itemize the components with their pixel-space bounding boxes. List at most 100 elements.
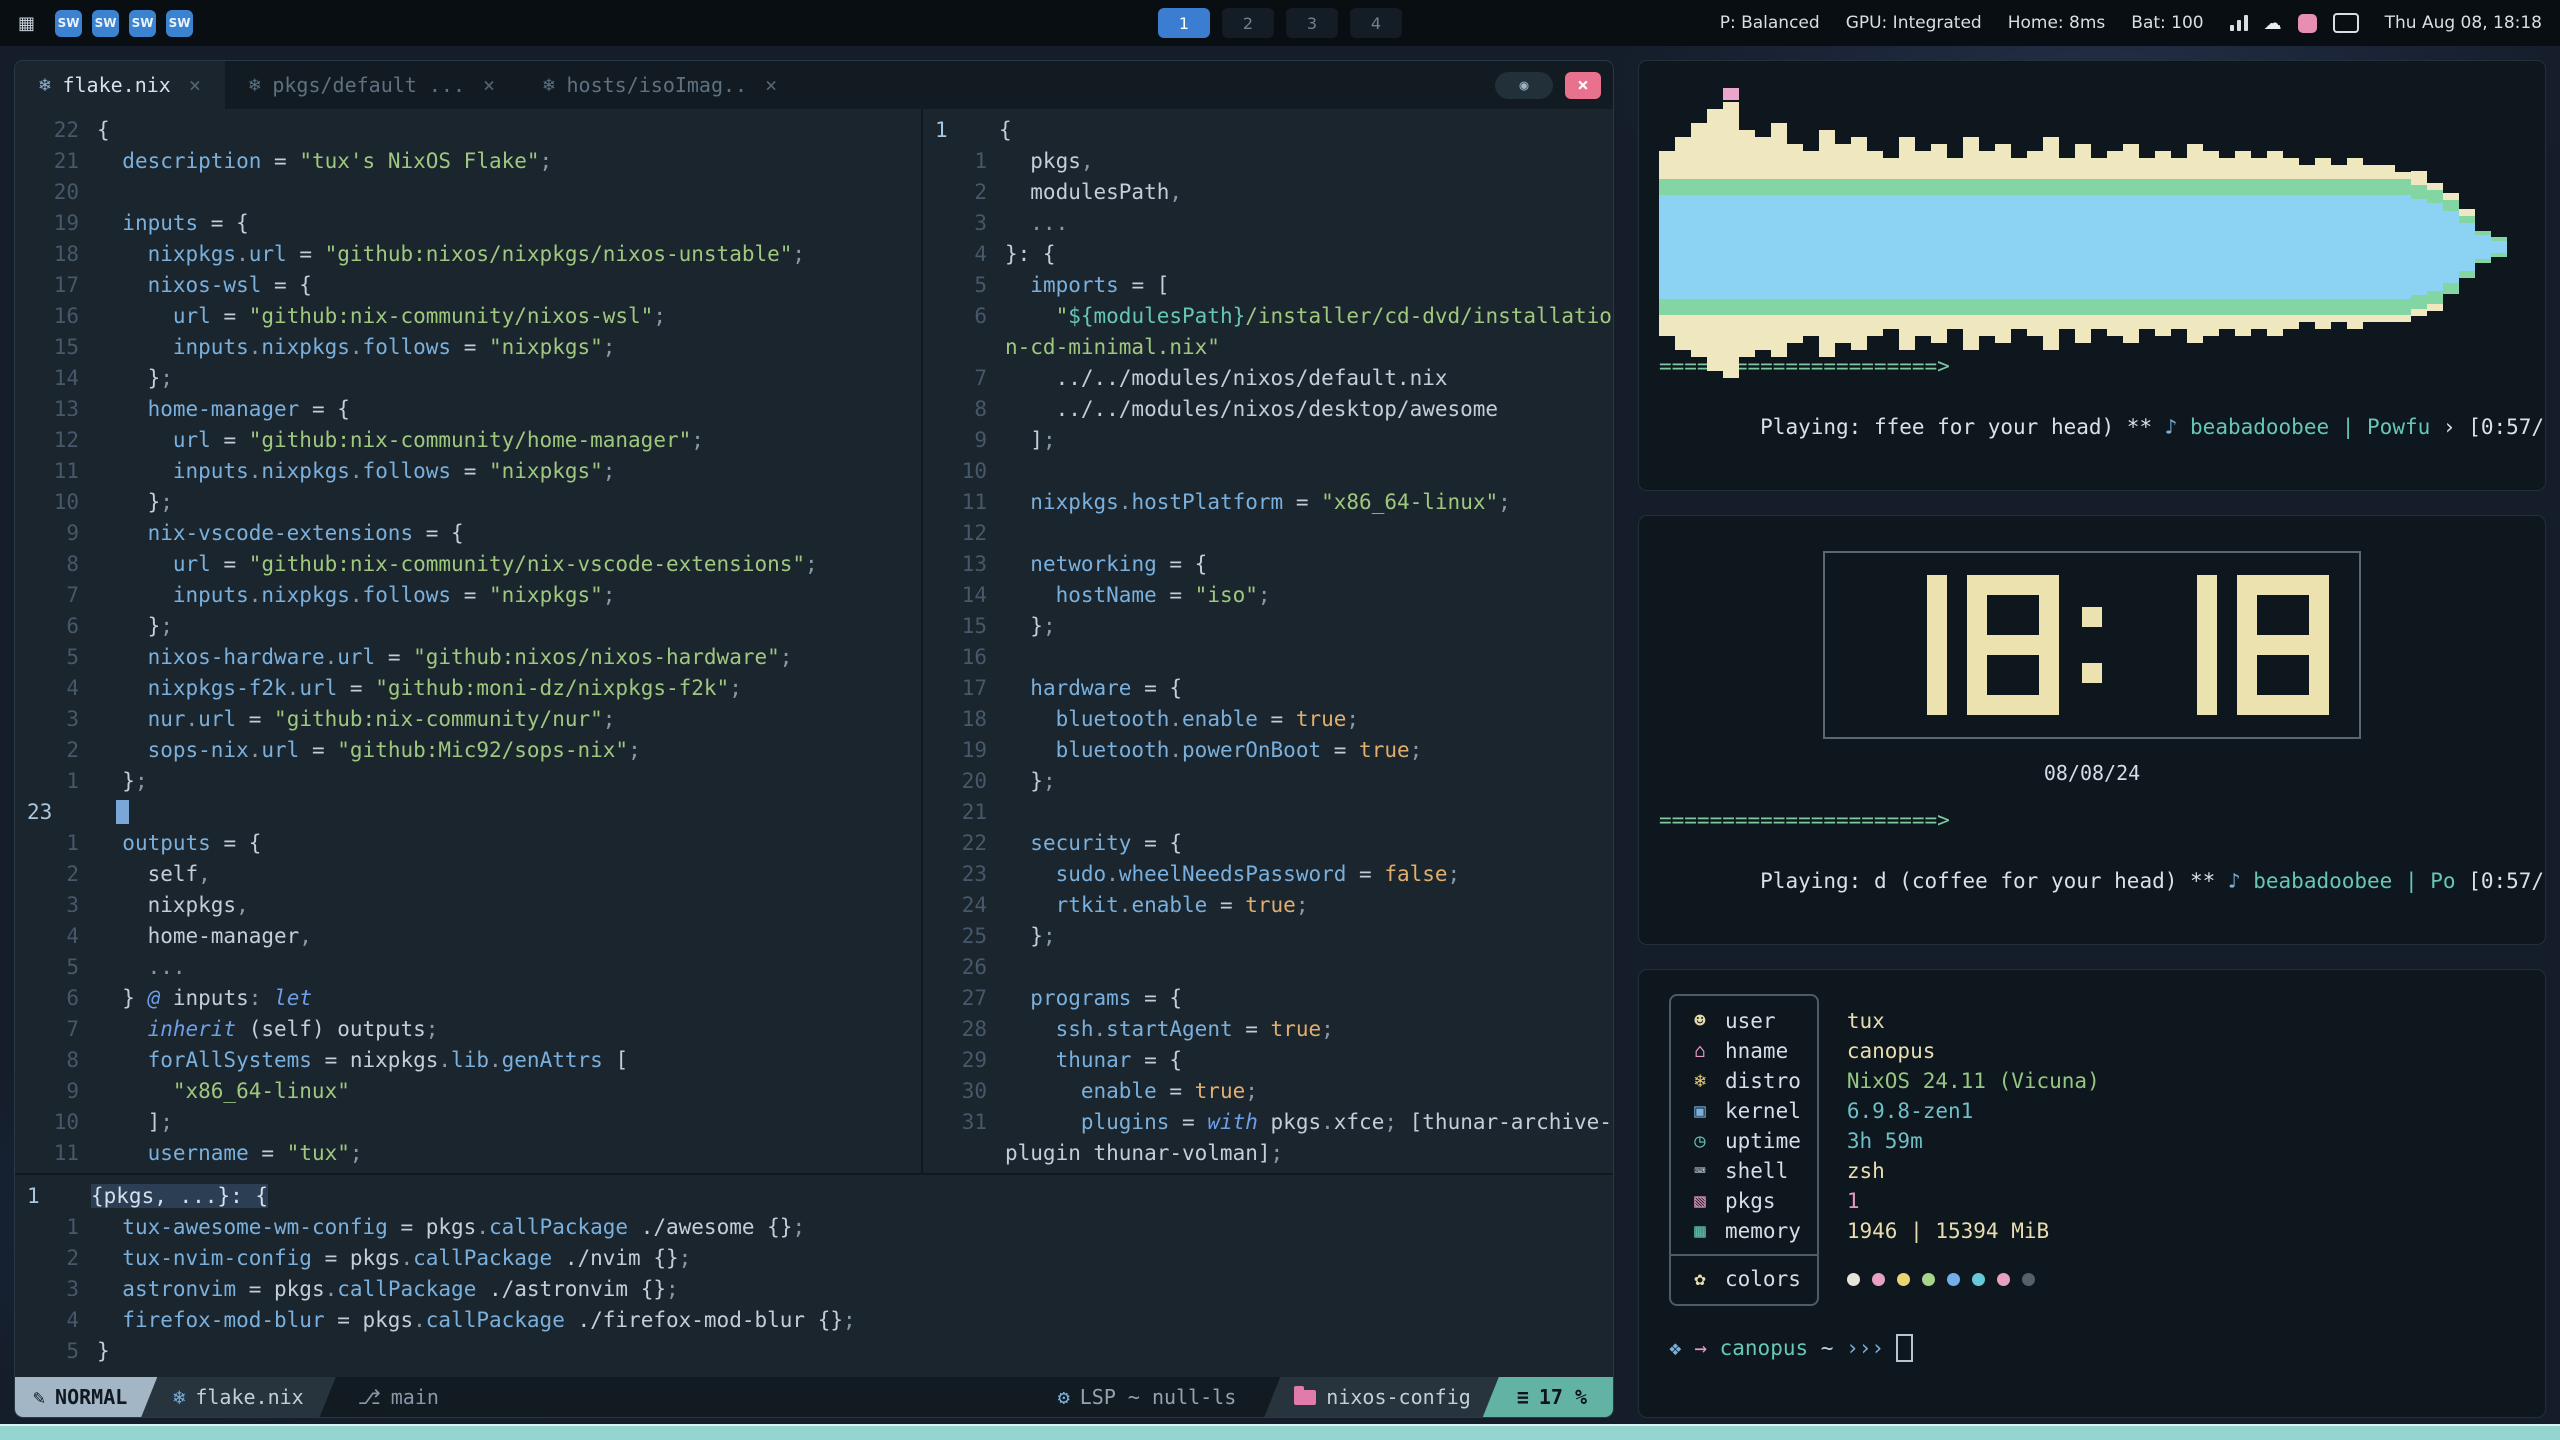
code-line: 17 hardware = { [923,673,1613,704]
playing-separator: › [2430,415,2468,439]
git-branch-icon: ⎇ [358,1385,381,1409]
theme-toggle[interactable]: ◉ [1495,72,1553,99]
editor-pane-flake[interactable]: 22{21 description = "tux's NixOS Flake";… [15,109,921,1173]
status-item: GPU: Integrated [1846,13,1982,33]
fetch-value-pkgs: 1 [1847,1186,2100,1216]
code-line: 18 bluetooth.enable = true; [923,704,1613,735]
code-line: 3 nur.url = "github:nix-community/nur"; [15,704,921,735]
memory-icon: ▦ [1687,1220,1713,1242]
tab-pkgs-default-[interactable]: ❄pkgs/default ...× [225,61,519,109]
code-line: 29 thunar = { [923,1045,1613,1076]
wallpaper-horizon-strip [0,1424,2560,1440]
scroll-percent-segment: ≡ 17 % [1483,1377,1613,1417]
tab-close-icon[interactable]: × [765,73,777,97]
tab-flake-nix[interactable]: ❄flake.nix× [15,61,225,109]
separator-line: ======================> [1659,805,2525,835]
project-name: nixos-config [1326,1385,1471,1409]
playing-separator [2456,869,2469,893]
file-segment: ❄ flake.nix [141,1377,335,1417]
code-line: 12 url = "github:nix-community/home-mana… [15,425,921,456]
music-visualizer-window: ======================> Playing: ffee fo… [1638,60,2546,491]
fetch-label: distro [1725,1069,1801,1093]
workspace-button-1[interactable]: 1 [1158,8,1210,38]
tab-hosts-isoimag-[interactable]: ❄hosts/isoImag..× [519,61,801,109]
status-icons: ☁ [2230,13,2359,34]
editor-splits: 22{21 description = "tux's NixOS Flake";… [15,109,1613,1173]
prompt-chevrons: ››› [1846,1336,1884,1360]
prompt-host-icon: ❖ [1669,1336,1682,1360]
separator-line: ======================> [1659,351,2525,381]
fetch-value-uptime: 3h 59m [1847,1126,2100,1156]
clock-colon [2079,575,2105,715]
code-line: 5 imports = [ [923,270,1613,301]
workspace-tags: SW SW SW SW [55,10,193,37]
now-playing-line: Playing: ffee for your head) ** ♪ beabad… [1659,381,2525,474]
tab-close-icon[interactable]: × [483,73,495,97]
display-icon [2333,13,2359,33]
editor-pane-pkgs[interactable]: 1{pkgs, ...}: {1 tux-awesome-wm-config =… [15,1175,1613,1377]
code-line: 13 networking = { [923,549,1613,580]
workspace-tag[interactable]: SW [166,10,193,37]
workspace-tag[interactable]: SW [55,10,82,37]
status-items: P: BalancedGPU: IntegratedHome: 8msBat: … [1720,13,2204,33]
user-icon: ☻ [1687,1010,1713,1032]
code-line: 16 [923,642,1613,673]
code-line: 20 }; [923,766,1613,797]
git-branch-label: main [391,1385,439,1409]
playing-text: Playing: d (coffee for your head) ** [1760,869,2228,893]
prompt-path: ~ [1821,1336,1834,1360]
code-line: n-cd-minimal.nix" [923,332,1613,363]
tab-close-icon[interactable]: × [189,73,201,97]
code-line: 3 nixpkgs, [15,890,921,921]
code-line: 24 rtkit.enable = true; [923,890,1613,921]
desktop: ❄flake.nix×❄pkgs/default ...× ❄ hosts/isoI… [14,60,2546,1418]
mode-icon: ✎ [33,1385,45,1409]
palette-dot [1947,1273,1960,1286]
statusbar-right: P: BalancedGPU: IntegratedHome: 8msBat: … [1720,13,2542,34]
hostname-icon: ⌂ [1687,1040,1713,1062]
palette-dot [1897,1273,1910,1286]
workspace-tag[interactable]: SW [129,10,156,37]
workspace-switcher: 1234 [1158,8,1402,38]
fetch-row-hname: ⌂hname [1671,1036,1817,1066]
palette-dot [1997,1273,2010,1286]
music-note-icon: ♪ [2228,869,2253,893]
code-line: 15 inputs.nixpkgs.follows = "nixpkgs"; [15,332,921,363]
workspace-tag[interactable]: SW [92,10,119,37]
tab-label: hosts/isoImag.. [566,73,747,97]
code-line: 19 bluetooth.powerOnBoot = true; [923,735,1613,766]
shell-prompt[interactable]: ❖ → canopus ~ ››› [1669,1334,2515,1362]
code-line: 21 [923,797,1613,828]
statusline-right: ⚙ LSP ~ null-ls nixos-config ≡ 17 % [1058,1377,1613,1417]
nix-snowflake-icon: ❄ [39,74,50,96]
fetch-label: kernel [1725,1099,1801,1123]
code-line: 31 plugins = with pkgs.xfce; [thunar-arc… [923,1107,1613,1138]
code-line: 1 }; [15,766,921,797]
workspace-button-2[interactable]: 2 [1222,8,1274,38]
workspace-button-3[interactable]: 3 [1286,8,1338,38]
fetch-label: uptime [1725,1129,1801,1153]
editor-pane-iso[interactable]: 1{1 pkgs,2 modulesPath,3 ...4}: {5 impor… [923,109,1613,1173]
fetch-label: memory [1725,1219,1801,1243]
fetch-label: pkgs [1725,1189,1776,1213]
code-line: 1 tux-awesome-wm-config = pkgs.callPacka… [15,1212,1613,1243]
palette-icon: ✿ [1687,1268,1713,1290]
color-swatch-icon [2298,14,2317,33]
folder-icon [1294,1390,1316,1405]
code-line: 19 inputs = { [15,208,921,239]
code-line: 11 nixpkgs.hostPlatform = "x86_64-linux"… [923,487,1613,518]
clock-digit-8 [1967,575,2059,715]
lsp-label: LSP ~ null-ls [1080,1385,1237,1409]
code-line: 6 }; [15,611,921,642]
lines-icon: ≡ [1517,1385,1529,1409]
code-line: 22 security = { [923,828,1613,859]
code-line: 27 programs = { [923,983,1613,1014]
shell-icon: ⌨ [1687,1160,1713,1182]
workspace-button-4[interactable]: 4 [1350,8,1402,38]
window-close-button[interactable]: × [1565,72,1601,99]
palette-dot [1872,1273,1885,1286]
app-grid-icon[interactable]: ▦ [18,13,35,34]
fetch-row-pkgs: ▧pkgs [1671,1186,1817,1216]
code-line: 4 nixpkgs-f2k.url = "github:moni-dz/nixp… [15,673,921,704]
ghost-icon: ☁ [2264,13,2282,34]
